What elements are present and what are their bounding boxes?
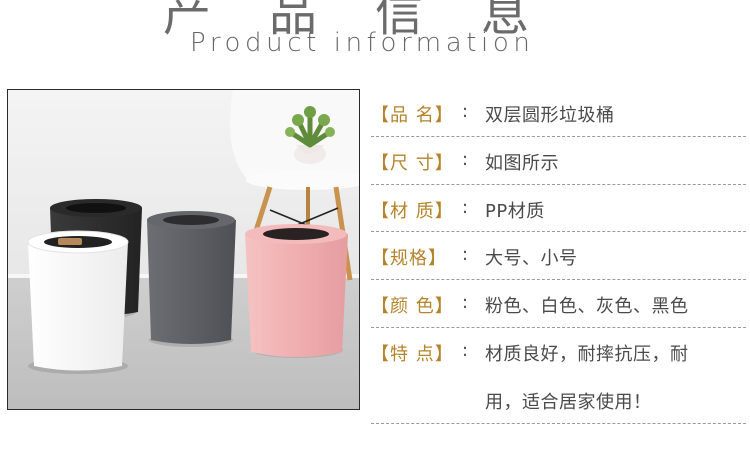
spec-label: 【品 名】: [371, 105, 454, 126]
pink-bin: [245, 224, 348, 358]
spec-colon: :: [462, 292, 469, 314]
title-english: Product information: [190, 28, 535, 58]
dashed-divider: [371, 422, 746, 424]
spec-row-name: 【品 名】 : 双层圆形垃圾桶: [371, 89, 746, 137]
spec-colon: :: [462, 339, 469, 361]
spec-row-spec: 【规格】 : 大号、小号: [371, 232, 746, 281]
spec-label: 【颜 色】: [371, 296, 454, 318]
spec-value: PP材质: [485, 200, 545, 222]
spec-row-size: 【尺 寸】 : 如图所示: [371, 137, 746, 185]
spec-row-color: 【颜 色】 : 粉色、白色、灰色、黑色: [371, 280, 746, 328]
spec-row-material: 【材 质】 : PP材质: [371, 185, 746, 233]
spec-value: 双层圆形垃圾桶: [485, 105, 615, 126]
white-bin: [27, 230, 129, 374]
spec-label: 【尺 寸】: [371, 152, 454, 174]
spec-value-line2: 用，适合居家使用！: [485, 391, 652, 413]
spec-value: 大号、小号: [485, 248, 578, 270]
spec-colon: :: [462, 244, 469, 266]
product-photo: [7, 89, 360, 410]
spec-colon: :: [462, 148, 469, 170]
spec-value: 粉色、白色、灰色、黑色: [485, 296, 689, 318]
spec-label: 【材 质】: [371, 200, 454, 222]
spec-colon: :: [462, 196, 469, 218]
gray-bin: [147, 211, 236, 347]
spec-label: 【规格】: [371, 248, 447, 270]
spec-label: 【特 点】: [371, 343, 454, 365]
spec-list: 【品 名】 : 双层圆形垃圾桶 【尺 寸】 : 如图所示 【材 质】 : PP材…: [371, 89, 746, 424]
spec-value: 如图所示: [485, 152, 559, 174]
trash-bins-illustration: [8, 90, 359, 409]
spec-row-feature: 【特 点】 : 材质良好，耐摔抗压，耐 用，适合居家使用！: [371, 328, 746, 424]
spec-colon: :: [462, 101, 469, 122]
spec-value: 材质良好，耐摔抗压，耐: [485, 343, 689, 365]
